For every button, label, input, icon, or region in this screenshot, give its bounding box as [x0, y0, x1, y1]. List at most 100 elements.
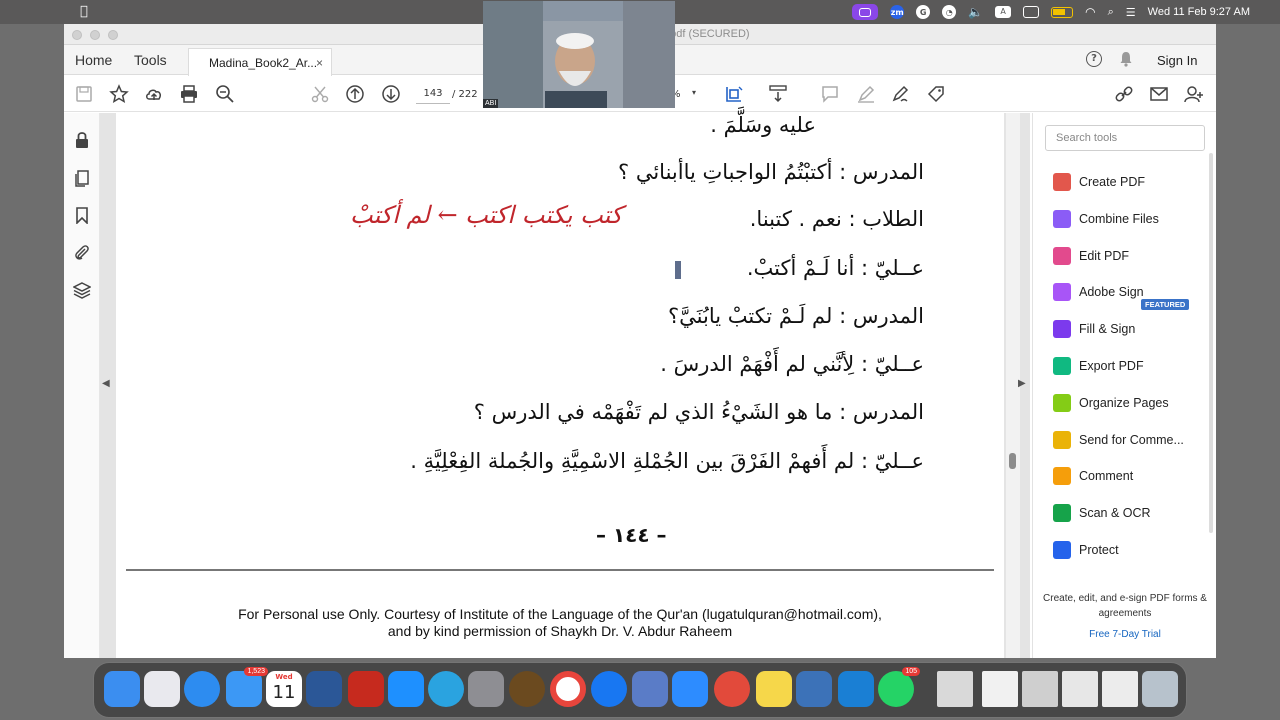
zoom-app-icon[interactable]	[672, 671, 708, 707]
acrobat-window: t.pdf (SECURED) Home Tools Madina_Book2_…	[64, 24, 1216, 658]
help-icon[interactable]: ?	[1086, 51, 1102, 67]
google-icon[interactable]: G	[916, 5, 931, 19]
sync-icon[interactable]: ◔	[942, 5, 957, 19]
tab-tools[interactable]: Tools	[134, 52, 167, 68]
tool-scan-ocr[interactable]: Scan & OCR	[1053, 502, 1151, 524]
mail-icon[interactable]: 1,523	[226, 667, 268, 707]
window-icon[interactable]	[1023, 6, 1040, 18]
tool-create-pdf[interactable]: Create PDF	[1053, 171, 1145, 193]
document-tab[interactable]: Madina_Book2_Ar... ×	[188, 48, 332, 76]
apple-icon[interactable]: 	[80, 4, 88, 19]
next-page-icon[interactable]	[381, 84, 401, 104]
tab-home[interactable]: Home	[75, 52, 112, 68]
menubar-clock[interactable]: Wed 11 Feb 9:27 AM	[1148, 6, 1250, 18]
quicktime-icon[interactable]	[838, 671, 874, 707]
tool-send-for-comme[interactable]: Send for Comme...	[1053, 429, 1184, 451]
save-icon[interactable]	[74, 84, 94, 104]
tool-adobe-sign[interactable]: Adobe Sign	[1053, 281, 1144, 303]
notes-icon[interactable]	[756, 671, 792, 707]
zoom-menu-icon[interactable]: zm	[890, 5, 905, 19]
zoom-dropdown-icon[interactable]: ▾	[692, 88, 702, 98]
add-user-icon[interactable]	[1184, 84, 1204, 104]
calendar-day: Wed	[275, 673, 293, 681]
print-icon[interactable]	[179, 84, 199, 104]
stamp-tag-icon[interactable]	[926, 84, 946, 104]
text-line: المدرس : ما هو الشَيْءُ الذي لم تَفْهَمْ…	[473, 400, 924, 424]
tool-fill-sign[interactable]: Fill & Sign	[1053, 318, 1135, 340]
zoom-window-button[interactable]	[108, 30, 118, 40]
calendar-icon[interactable]: Wed 11	[266, 671, 302, 707]
mail-badge: 1,523	[244, 667, 268, 676]
finder-icon[interactable]	[104, 671, 140, 707]
tool-label: Organize Pages	[1079, 395, 1169, 410]
notification-bell-icon[interactable]	[1119, 51, 1133, 67]
control-center-icon[interactable]: ☰	[1126, 6, 1136, 19]
tool-protect[interactable]: Protect	[1053, 539, 1119, 561]
word-icon[interactable]	[306, 671, 342, 707]
pdf-expert-icon[interactable]	[714, 671, 750, 707]
safari-icon[interactable]	[184, 671, 220, 707]
tool-export-pdf[interactable]: Export PDF	[1053, 355, 1144, 377]
scissors-icon[interactable]	[310, 84, 330, 104]
trash-icon[interactable]	[1142, 671, 1178, 707]
system-settings-icon[interactable]	[468, 671, 504, 707]
page-fit-icon[interactable]	[724, 84, 744, 104]
lock-icon[interactable]	[73, 131, 91, 149]
sign-in-button[interactable]: Sign In	[1157, 53, 1197, 68]
bookmarks-icon[interactable]	[73, 206, 91, 224]
video-call-overlay[interactable]: ABI	[483, 1, 675, 108]
tool-edit-pdf[interactable]: Edit PDF	[1053, 245, 1129, 267]
page-number-input[interactable]: 143	[416, 84, 450, 104]
facebook-icon[interactable]	[591, 671, 627, 707]
tool-organize-pages[interactable]: Organize Pages	[1053, 392, 1169, 414]
quran-app-icon[interactable]	[509, 671, 545, 707]
whatsapp-icon[interactable]: 105	[878, 667, 920, 707]
recent-document-thumbnail[interactable]	[1062, 671, 1098, 707]
upload-cloud-icon[interactable]	[144, 84, 164, 104]
bookmark-star-icon[interactable]	[109, 84, 129, 104]
screenshot-icon[interactable]	[796, 671, 832, 707]
chrome-icon[interactable]	[550, 671, 586, 707]
comment-icon[interactable]	[820, 84, 840, 104]
battery-icon[interactable]	[1051, 6, 1074, 18]
tool-combine-files[interactable]: Combine Files	[1053, 208, 1159, 230]
footer-line: For Personal use Only. Courtesy of Insti…	[238, 606, 882, 622]
recent-document-thumbnail[interactable]	[1102, 671, 1138, 707]
tool-comment[interactable]: Comment	[1053, 465, 1133, 487]
featured-badge: FEATURED	[1141, 299, 1190, 310]
tools-panel-scrollbar[interactable]	[1209, 153, 1213, 533]
launchpad-icon[interactable]	[144, 671, 180, 707]
share-link-icon[interactable]	[1114, 84, 1134, 104]
minimize-window-button[interactable]	[90, 30, 100, 40]
free-trial-link[interactable]: Free 7-Day Trial	[1043, 629, 1207, 640]
zoom-search-icon[interactable]	[215, 84, 235, 104]
attachments-paperclip-icon[interactable]	[73, 244, 91, 262]
close-window-button[interactable]	[72, 30, 82, 40]
previous-page-icon[interactable]	[345, 84, 365, 104]
document-viewport[interactable]: ◀ عليه وسَلَّمَ . المدرس : أكتبْتُمُ الو…	[100, 113, 1030, 658]
search-tools-input[interactable]: Search tools	[1045, 125, 1205, 151]
close-tab-icon[interactable]: ×	[316, 56, 323, 70]
recent-document-thumbnail[interactable]	[1022, 671, 1058, 707]
telegram-icon[interactable]	[428, 671, 464, 707]
app-store-icon[interactable]	[388, 671, 424, 707]
recent-document-thumbnail[interactable]	[982, 671, 1018, 707]
volume-icon[interactable]: 🔈	[968, 5, 983, 19]
page-thumbnails-icon[interactable]	[73, 169, 91, 187]
spotlight-search-icon[interactable]: ⌕	[1108, 5, 1114, 19]
layers-icon[interactable]	[73, 281, 91, 299]
expand-right-arrow-icon[interactable]: ▶	[1018, 378, 1026, 389]
tools-panel: Search tools Create PDF Combine Files Edit…	[1032, 113, 1216, 658]
wifi-icon[interactable]: ◠	[1085, 5, 1095, 19]
draw-icon[interactable]	[890, 84, 910, 104]
screen-share-icon[interactable]	[852, 4, 879, 20]
email-icon[interactable]	[1149, 84, 1169, 104]
recent-document-thumbnail[interactable]	[937, 671, 973, 707]
simulator-icon[interactable]	[632, 671, 668, 707]
scrollbar-thumb[interactable]	[1009, 453, 1016, 469]
input-source-icon[interactable]: A	[995, 6, 1012, 18]
collapse-left-arrow-icon[interactable]: ◀	[102, 378, 110, 389]
scroll-mode-icon[interactable]	[768, 84, 788, 104]
highlight-pen-icon[interactable]	[856, 84, 876, 104]
acrobat-icon[interactable]	[348, 671, 384, 707]
